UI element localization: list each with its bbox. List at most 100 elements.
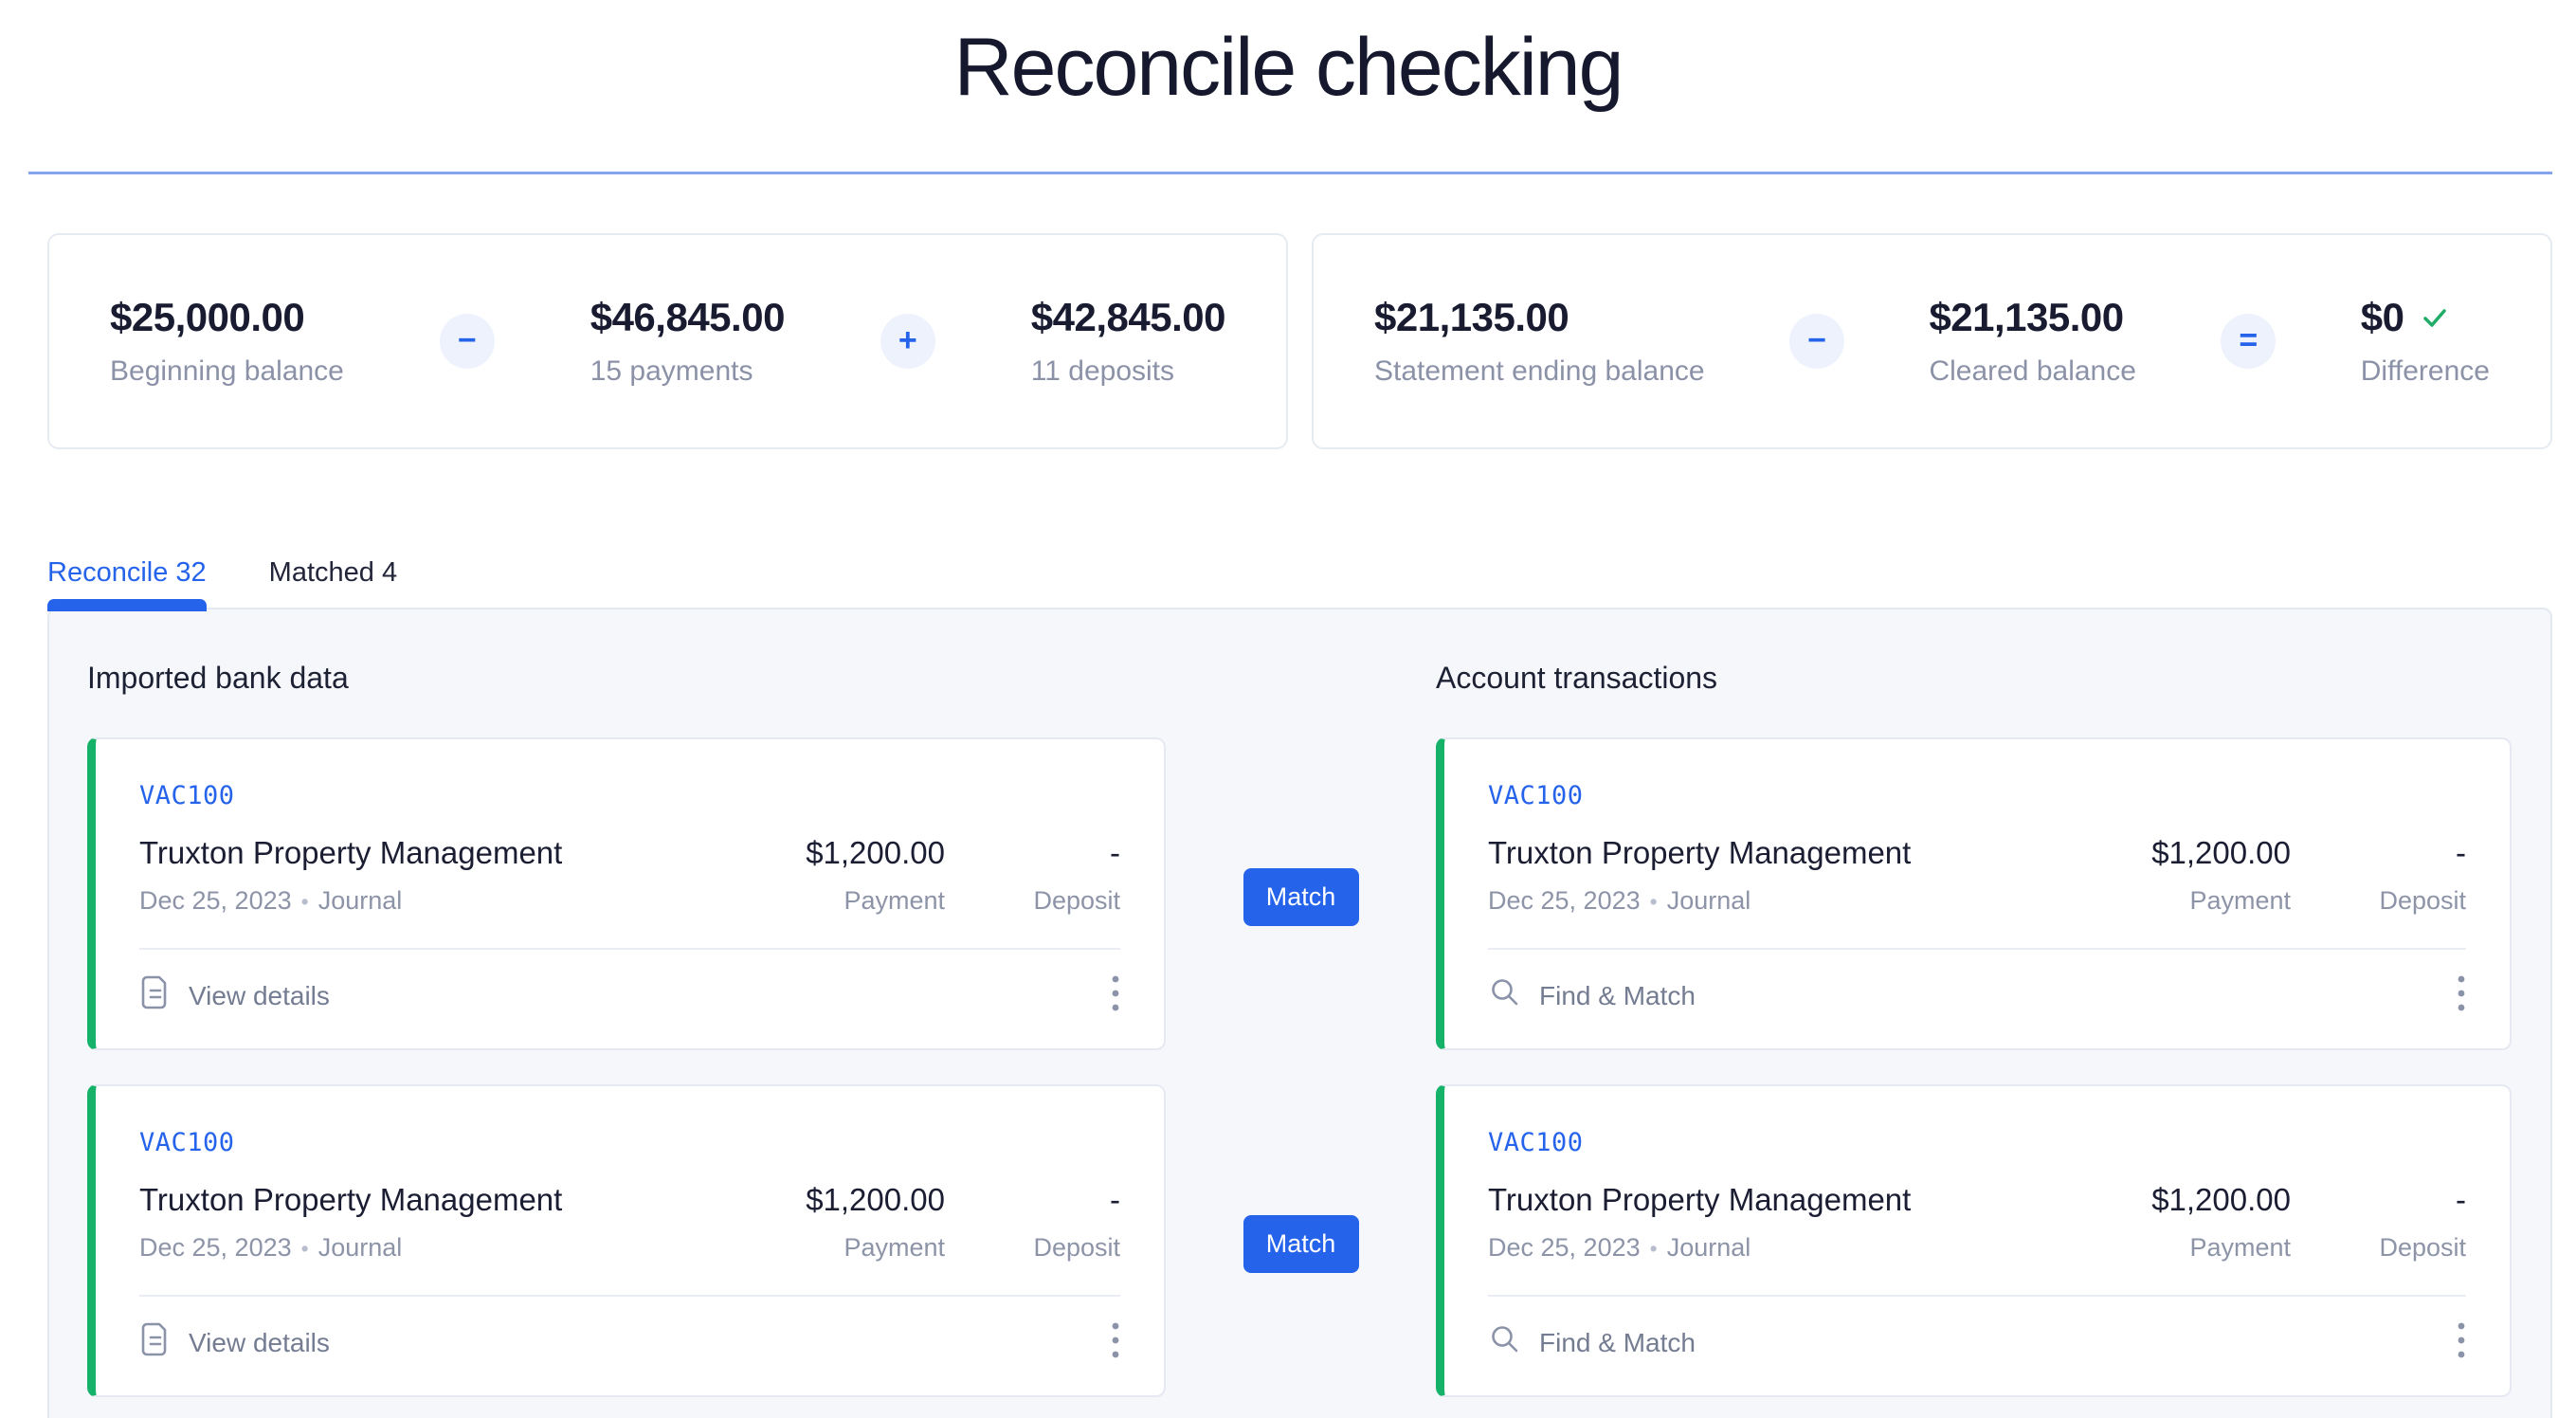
find-and-match-button[interactable]: Find & Match [1488, 1322, 1696, 1363]
transaction-date: Dec 25, 2023 [1488, 886, 1641, 915]
transaction-date: Dec 25, 2023 [139, 1233, 292, 1262]
payments-amount: $46,845.00 [590, 295, 785, 340]
kebab-menu-icon [2457, 973, 2466, 1018]
bank-transaction-card: VAC100 Truxton Property Management $1,20… [87, 737, 1166, 1050]
account-transactions-heading: Account transactions [1436, 661, 2512, 696]
kebab-menu-icon [1111, 1320, 1120, 1365]
payment-column-label: Payment [727, 1233, 945, 1263]
reconcile-panel: Imported bank data Account transactions … [47, 608, 2552, 1418]
meta-separator: • [301, 889, 309, 914]
deposit-amount: - [945, 1182, 1120, 1218]
deposit-amount: - [2291, 835, 2466, 871]
payment-column-label: Payment [2073, 1233, 2291, 1263]
deposits-stat: $42,845.00 11 deposits [1031, 295, 1225, 388]
tab-matched[interactable]: Matched 4 [269, 557, 397, 609]
payments-stat: $46,845.00 15 payments [590, 295, 785, 388]
plus-icon: + [880, 314, 935, 369]
match-button[interactable]: Match [1243, 1215, 1359, 1273]
header-divider [28, 172, 2552, 174]
kebab-menu-button[interactable] [2449, 1313, 2474, 1373]
payee-name: Truxton Property Management [1488, 835, 2073, 871]
document-icon [139, 974, 172, 1017]
difference-label: Difference [2361, 355, 2490, 388]
cleared-balance-amount: $21,135.00 [1929, 295, 2135, 340]
equals-icon: = [2221, 314, 2276, 369]
view-details-button[interactable]: View details [139, 974, 330, 1017]
meta-separator: • [1650, 889, 1658, 914]
cleared-balance-stat: $21,135.00 Cleared balance [1929, 295, 2135, 388]
kebab-menu-icon [1111, 973, 1120, 1018]
view-details-label: View details [189, 981, 330, 1011]
transaction-type: Journal [1667, 1233, 1751, 1262]
transaction-code-link[interactable]: VAC100 [1488, 1128, 1584, 1157]
payee-name: Truxton Property Management [1488, 1182, 2073, 1218]
minus-icon: − [440, 314, 495, 369]
difference-amount: $0 [2361, 295, 2404, 340]
deposit-column-label: Deposit [2291, 886, 2466, 916]
beginning-balance-label: Beginning balance [110, 355, 344, 388]
kebab-menu-button[interactable] [2449, 966, 2474, 1026]
deposit-amount: - [945, 835, 1120, 871]
transaction-match-row: VAC100 Truxton Property Management $1,20… [87, 1084, 2513, 1397]
deposit-amount: - [2291, 1182, 2466, 1218]
deposit-column-label: Deposit [945, 1233, 1120, 1263]
transaction-meta: Dec 25, 2023 • Journal [139, 886, 727, 916]
payee-name: Truxton Property Management [139, 835, 727, 871]
transaction-code-link[interactable]: VAC100 [1488, 781, 1584, 810]
transaction-type: Journal [318, 886, 403, 915]
find-and-match-label: Find & Match [1539, 1328, 1696, 1358]
kebab-menu-button[interactable] [1103, 1313, 1128, 1373]
deposits-label: 11 deposits [1031, 355, 1225, 388]
statement-ending-balance-amount: $21,135.00 [1374, 295, 1705, 340]
view-details-button[interactable]: View details [139, 1321, 330, 1364]
statement-ending-balance-label: Statement ending balance [1374, 355, 1705, 388]
tab-bar: Reconcile 32 Matched 4 [47, 557, 2576, 609]
account-transaction-card: VAC100 Truxton Property Management $1,20… [1436, 737, 2512, 1050]
meta-separator: • [301, 1236, 309, 1261]
page-title: Reconcile checking [0, 21, 2576, 115]
deposits-amount: $42,845.00 [1031, 295, 1225, 340]
meta-separator: • [1650, 1236, 1658, 1261]
transaction-meta: Dec 25, 2023 • Journal [139, 1233, 727, 1263]
kebab-menu-button[interactable] [1103, 966, 1128, 1026]
transaction-meta: Dec 25, 2023 • Journal [1488, 886, 2073, 916]
payment-column-label: Payment [727, 886, 945, 916]
match-button[interactable]: Match [1243, 868, 1359, 926]
transaction-type: Journal [318, 1233, 403, 1262]
search-icon [1488, 975, 1522, 1016]
transaction-meta: Dec 25, 2023 • Journal [1488, 1233, 2073, 1263]
transaction-code-link[interactable]: VAC100 [139, 781, 235, 810]
payment-amount: $1,200.00 [2073, 1182, 2291, 1218]
transaction-code-link[interactable]: VAC100 [139, 1128, 235, 1157]
document-icon [139, 1321, 172, 1364]
statement-ending-balance-stat: $21,135.00 Statement ending balance [1374, 295, 1705, 388]
account-transaction-card: VAC100 Truxton Property Management $1,20… [1436, 1084, 2512, 1397]
deposit-column-label: Deposit [2291, 1233, 2466, 1263]
beginning-balance-stat: $25,000.00 Beginning balance [110, 295, 344, 388]
tab-reconcile[interactable]: Reconcile 32 [47, 557, 207, 609]
payee-name: Truxton Property Management [139, 1182, 727, 1218]
transaction-type: Journal [1667, 886, 1751, 915]
kebab-menu-icon [2457, 1320, 2466, 1365]
find-and-match-label: Find & Match [1539, 981, 1696, 1011]
transaction-date: Dec 25, 2023 [139, 886, 292, 915]
view-details-label: View details [189, 1328, 330, 1358]
reconcile-summary-section: $25,000.00 Beginning balance − $46,845.0… [47, 233, 2552, 449]
difference-stat: $0 Difference [2361, 295, 2490, 388]
transaction-match-row: VAC100 Truxton Property Management $1,20… [87, 737, 2513, 1050]
find-and-match-button[interactable]: Find & Match [1488, 975, 1696, 1016]
payment-amount: $1,200.00 [2073, 835, 2291, 871]
transaction-date: Dec 25, 2023 [1488, 1233, 1641, 1262]
imported-bank-data-heading: Imported bank data [87, 661, 1166, 696]
difference-summary-card: $21,135.00 Statement ending balance − $2… [1312, 233, 2552, 449]
search-icon [1488, 1322, 1522, 1363]
bank-transaction-card: VAC100 Truxton Property Management $1,20… [87, 1084, 1166, 1397]
check-icon [2419, 301, 2451, 334]
payment-amount: $1,200.00 [727, 1182, 945, 1218]
panel-headings: Imported bank data Account transactions [87, 661, 2513, 696]
payments-label: 15 payments [590, 355, 785, 388]
minus-icon: − [1789, 314, 1844, 369]
payment-amount: $1,200.00 [727, 835, 945, 871]
cleared-balance-label: Cleared balance [1929, 355, 2135, 388]
beginning-balance-amount: $25,000.00 [110, 295, 344, 340]
